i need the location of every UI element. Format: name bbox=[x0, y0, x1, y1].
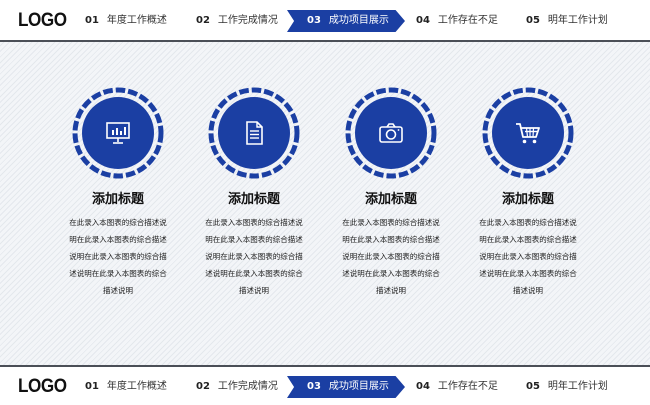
top-nav-bar: LOGO 01 年度工作概述 02 工作完成情况 03 成功项目展示 04 工作存在不足… bbox=[0, 0, 650, 42]
nav-item-1[interactable]: 01 年度工作概述 bbox=[85, 376, 167, 398]
feature-title: 添加标题 bbox=[227, 192, 280, 207]
nav-item-5[interactable]: 05 明年工作计划 bbox=[526, 10, 608, 32]
nav-label: 工作存在不足 bbox=[437, 15, 498, 26]
nav-label: 成功项目展示 bbox=[328, 381, 389, 392]
nav-number: 01 bbox=[85, 381, 99, 392]
nav-item-3-active[interactable]: 03 成功项目展示 bbox=[287, 10, 405, 32]
icon-badge bbox=[208, 87, 300, 179]
nav-label: 工作存在不足 bbox=[437, 381, 498, 392]
nav-number: 04 bbox=[416, 15, 430, 26]
nav-number: 03 bbox=[307, 381, 321, 392]
nav-label: 年度工作概述 bbox=[106, 381, 167, 392]
nav-label: 工作完成情况 bbox=[217, 381, 278, 392]
icon-badge bbox=[72, 87, 164, 179]
nav-number: 04 bbox=[416, 381, 430, 392]
bottom-nav-bar: LOGO 01 年度工作概述 02 工作完成情况 03 成功项目展示 04 工作存在不足… bbox=[0, 365, 650, 405]
nav-label: 年度工作概述 bbox=[106, 15, 167, 26]
nav-label: 明年工作计划 bbox=[547, 15, 608, 26]
feature-title: 添加标题 bbox=[501, 192, 554, 207]
nav-number: 02 bbox=[196, 15, 210, 26]
nav-number: 05 bbox=[526, 15, 540, 26]
feature-card-4: 添加标题 在此录入本图表的综合描述说明在此录入本图表的综合描述说明在此录入本图表… bbox=[458, 87, 598, 299]
nav-label: 成功项目展示 bbox=[328, 15, 389, 26]
nav-number: 02 bbox=[196, 381, 210, 392]
feature-card-3: 添加标题 在此录入本图表的综合描述说明在此录入本图表的综合描述说明在此录入本图表… bbox=[321, 87, 461, 299]
feature-description: 在此录入本图表的综合描述说明在此录入本图表的综合描述说明在此录入本图表的综合描述… bbox=[205, 218, 303, 295]
icon-badge bbox=[345, 87, 437, 179]
nav-item-4[interactable]: 04 工作存在不足 bbox=[416, 10, 498, 32]
logo: LOGO bbox=[18, 376, 67, 397]
feature-card-1: 添加标题 在此录入本图表的综合描述说明在此录入本图表的综合描述说明在此录入本图表… bbox=[48, 87, 188, 299]
nav-number: 03 bbox=[307, 15, 321, 26]
logo: LOGO bbox=[18, 10, 67, 31]
nav-item-1[interactable]: 01 年度工作概述 bbox=[85, 10, 167, 32]
nav-item-3-active[interactable]: 03 成功项目展示 bbox=[287, 376, 405, 398]
icon-badge bbox=[482, 87, 574, 179]
nav-item-2[interactable]: 02 工作完成情况 bbox=[196, 10, 278, 32]
feature-description: 在此录入本图表的综合描述说明在此录入本图表的综合描述说明在此录入本图表的综合描述… bbox=[479, 218, 577, 295]
feature-card-2: 添加标题 在此录入本图表的综合描述说明在此录入本图表的综合描述说明在此录入本图表… bbox=[184, 87, 324, 299]
nav-number: 05 bbox=[526, 381, 540, 392]
nav-item-4[interactable]: 04 工作存在不足 bbox=[416, 376, 498, 398]
feature-title: 添加标题 bbox=[91, 192, 144, 207]
feature-description: 在此录入本图表的综合描述说明在此录入本图表的综合描述说明在此录入本图表的综合描述… bbox=[69, 218, 167, 295]
feature-description: 在此录入本图表的综合描述说明在此录入本图表的综合描述说明在此录入本图表的综合描述… bbox=[342, 218, 440, 295]
nav-item-5[interactable]: 05 明年工作计划 bbox=[526, 376, 608, 398]
feature-title: 添加标题 bbox=[364, 192, 417, 207]
nav-label: 明年工作计划 bbox=[547, 381, 608, 392]
nav-label: 工作完成情况 bbox=[217, 15, 278, 26]
nav-number: 01 bbox=[85, 15, 99, 26]
nav-item-2[interactable]: 02 工作完成情况 bbox=[196, 376, 278, 398]
